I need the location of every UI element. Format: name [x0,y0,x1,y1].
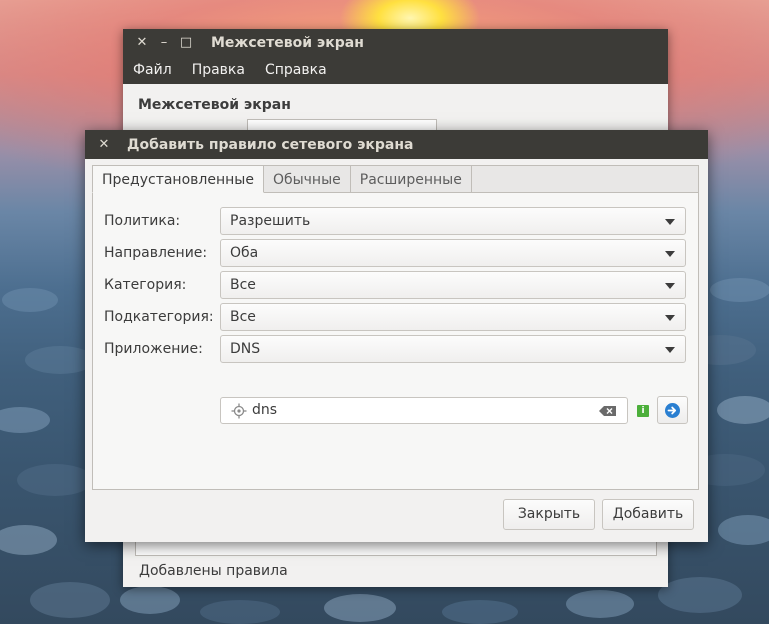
tab-advanced[interactable]: Расширенные [350,165,472,193]
close-icon[interactable]: ✕ [93,137,115,152]
tab-page-preconfigured: Политика: Разрешить Направление: Оба Кат… [92,193,699,490]
direction-row: Направление: Оба [104,239,688,267]
main-titlebar: ✕ – □ Межсетевой экран [123,29,668,56]
info-icon[interactable]: i [637,405,649,417]
minimize-icon[interactable]: – [153,35,175,50]
application-label: Приложение: [104,341,203,357]
chevron-down-icon [665,283,675,289]
application-search-input[interactable]: dns [220,397,628,424]
category-value: Все [230,277,256,293]
chevron-down-icon [665,251,675,257]
main-heading: Межсетевой экран [138,97,291,113]
search-icon [231,403,247,419]
direction-value: Оба [230,245,259,261]
policy-row: Политика: Разрешить [104,207,688,235]
chevron-down-icon [665,219,675,225]
dialog-title: Добавить правило сетевого экрана [127,136,414,153]
subcategory-label: Подкатегория: [104,309,214,325]
tab-notebook: Предустановленные Обычные Расширенные По… [92,165,699,490]
tab-simple[interactable]: Обычные [263,165,351,193]
subcategory-row: Подкатегория: Все [104,303,688,331]
policy-value: Разрешить [230,213,311,229]
chevron-down-icon [665,347,675,353]
close-button[interactable]: Закрыть [503,499,595,530]
go-arrow-icon [665,403,680,418]
go-button[interactable] [657,396,688,424]
clear-icon[interactable] [599,406,617,416]
subcategory-value: Все [230,309,256,325]
subcategory-combo[interactable]: Все [220,303,686,331]
category-label: Категория: [104,277,187,293]
category-row: Категория: Все [104,271,688,299]
tab-preconfigured[interactable]: Предустановленные [92,165,264,193]
menu-help[interactable]: Справка [255,62,337,78]
policy-combo[interactable]: Разрешить [220,207,686,235]
added-rules-label: Добавлены правила [139,563,288,579]
direction-combo[interactable]: Оба [220,239,686,267]
application-combo[interactable]: DNS [220,335,686,363]
menu-edit[interactable]: Правка [182,62,255,78]
policy-label: Политика: [104,213,181,229]
application-row: Приложение: DNS [104,335,688,363]
chevron-down-icon [665,315,675,321]
add-rule-dialog: ✕ Добавить правило сетевого экрана Преду… [85,130,708,542]
close-icon[interactable]: ✕ [131,35,153,50]
tab-bar-fill [471,165,699,193]
add-button[interactable]: Добавить [602,499,694,530]
direction-label: Направление: [104,245,208,261]
search-value: dns [252,402,278,418]
dialog-titlebar: ✕ Добавить правило сетевого экрана [85,130,708,159]
maximize-icon[interactable]: □ [175,35,197,50]
menu-file[interactable]: Файл [123,62,182,78]
category-combo[interactable]: Все [220,271,686,299]
application-value: DNS [230,341,261,357]
main-window-title: Межсетевой экран [211,34,364,51]
tab-bar: Предустановленные Обычные Расширенные [92,165,699,193]
main-menubar: Файл Правка Справка [123,56,668,84]
